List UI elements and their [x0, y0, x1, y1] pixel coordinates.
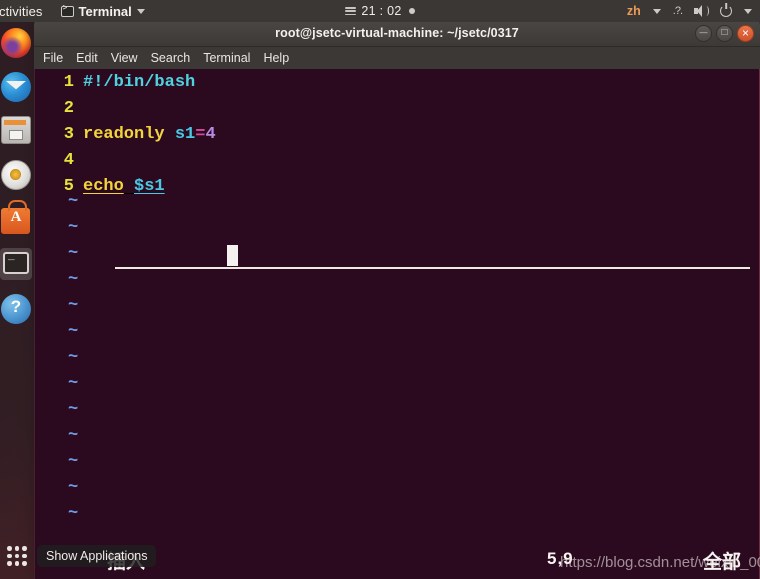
power-icon: [720, 5, 732, 17]
empty-line-marker: ~: [68, 322, 79, 341]
empty-line-marker: ~: [68, 400, 79, 419]
window-title: root@jsetc-virtual-machine: ~/jsetc/0317: [275, 26, 519, 40]
grid-dot-icon: [22, 561, 27, 566]
window-titlebar[interactable]: root@jsetc-virtual-machine: ~/jsetc/0317: [34, 20, 760, 47]
dock-item-thunderbird[interactable]: [1, 72, 31, 102]
dock-item-terminal[interactable]: [0, 248, 32, 280]
grid-dot-icon: [7, 561, 12, 566]
rhythmbox-icon: [1, 160, 31, 190]
empty-line-marker: ~: [68, 270, 79, 289]
empty-line-marker: ~: [68, 504, 79, 523]
editor-line-3: 3 readonly s1=4: [35, 121, 759, 147]
gnome-top-bar: ctivities Terminal 21 : 02 zh .?.: [0, 0, 760, 22]
dock-item-help[interactable]: [1, 294, 31, 324]
menu-item-file[interactable]: File: [43, 51, 63, 65]
empty-line-marker: ~: [68, 374, 79, 393]
terminal-window: root@jsetc-virtual-machine: ~/jsetc/0317…: [34, 20, 760, 579]
empty-line-marker: ~: [68, 192, 79, 211]
empty-line-marker: ~: [68, 218, 79, 237]
token-number: 4: [205, 124, 216, 144]
notification-dot-icon: [408, 8, 415, 14]
help-icon: [1, 294, 31, 324]
line-number: 3: [63, 124, 74, 144]
volume-icon: [694, 5, 709, 17]
menu-bar: File Edit View Search Terminal Help: [34, 47, 760, 69]
terminal-icon: [60, 4, 74, 17]
close-button[interactable]: [737, 24, 754, 42]
show-applications-button[interactable]: [2, 541, 32, 571]
system-status-area[interactable]: zh .?.: [627, 4, 760, 18]
editor-line-1: 1 #!/bin/bash: [35, 69, 759, 95]
line-content: echo $s1: [83, 177, 165, 196]
chevron-down-icon: [136, 8, 145, 14]
grid-dot-icon: [7, 553, 12, 559]
token-variable: s1: [174, 124, 196, 144]
minimize-button[interactable]: [695, 24, 712, 42]
empty-line-marker: ~: [68, 426, 79, 445]
empty-line-marker: ~: [68, 244, 79, 263]
maximize-button[interactable]: [716, 24, 733, 42]
token-keyword: readonly: [83, 124, 165, 144]
token-variable-ref: $s1: [134, 176, 165, 196]
empty-line-marker: ~: [68, 452, 79, 471]
active-app-menu[interactable]: Terminal: [60, 3, 145, 19]
dock-item-rhythmbox[interactable]: [1, 160, 31, 190]
token-command: echo: [83, 176, 124, 196]
menu-item-help[interactable]: Help: [263, 51, 289, 65]
line-content: #!/bin/bash: [83, 72, 196, 92]
dock-item-software[interactable]: [1, 204, 31, 234]
activities-button[interactable]: ctivities: [0, 4, 51, 19]
clock-label: 21 : 02: [361, 4, 402, 18]
menu-item-terminal[interactable]: Terminal: [203, 51, 250, 65]
editor-line-5: 5 echo $s1: [35, 173, 759, 199]
input-method-icon: .?.: [672, 5, 683, 17]
line-content: readonly s1=4: [83, 125, 216, 144]
show-applications-tooltip: Show Applications: [37, 545, 157, 567]
grid-dot-icon: [7, 546, 12, 551]
empty-line-marker: ~: [68, 296, 79, 315]
chevron-down-icon: [652, 8, 661, 14]
empty-line-marker: ~: [68, 348, 79, 367]
menu-item-search[interactable]: Search: [151, 51, 191, 65]
grid-dot-icon: [22, 553, 27, 559]
text-cursor: [227, 245, 238, 266]
token-operator: =: [195, 124, 206, 144]
hamburger-icon: [345, 7, 357, 15]
line-number: 2: [63, 98, 74, 118]
window-controls: [695, 20, 754, 46]
empty-line-marker: ~: [68, 478, 79, 497]
editor-line-2: 2: [35, 95, 759, 121]
firefox-icon: [1, 28, 31, 58]
language-indicator[interactable]: zh: [627, 4, 641, 18]
thunderbird-icon: [1, 72, 31, 102]
scroll-percent-indicator: 全部: [702, 552, 741, 573]
grid-dot-icon: [14, 553, 20, 559]
line-number: 4: [63, 150, 74, 170]
menu-item-edit[interactable]: Edit: [76, 51, 98, 65]
active-app-label: Terminal: [78, 3, 132, 19]
menu-item-view[interactable]: View: [111, 51, 138, 65]
grid-dot-icon: [22, 546, 27, 551]
terminal-icon: [3, 251, 29, 274]
grid-dot-icon: [14, 561, 20, 566]
dock-item-files[interactable]: [1, 116, 31, 146]
files-icon: [1, 116, 31, 144]
terminal-viewport[interactable]: 1 #!/bin/bash 2 3 readonly s1=4 4 5 echo…: [34, 69, 760, 579]
dock-item-firefox[interactable]: [1, 28, 31, 58]
grid-dot-icon: [14, 546, 20, 551]
ubuntu-software-icon: [1, 208, 30, 234]
line-number: 1: [63, 72, 74, 92]
chevron-down-icon: [744, 8, 752, 14]
current-line-underline: [115, 267, 750, 269]
cursor-position-indicator: 5,9: [547, 549, 574, 568]
ubuntu-dock: [0, 22, 34, 579]
editor-line-4: 4: [35, 147, 759, 173]
